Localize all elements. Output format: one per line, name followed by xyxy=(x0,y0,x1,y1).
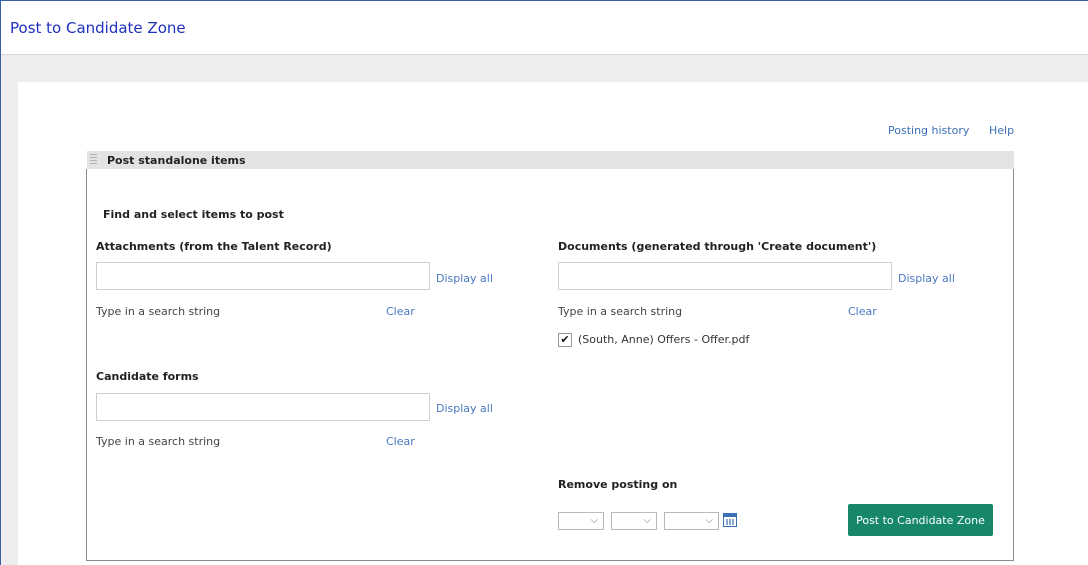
attachments-clear-link[interactable]: Clear xyxy=(386,305,415,318)
documents-display-all-link[interactable]: Display all xyxy=(898,272,955,285)
attachments-hint: Type in a search string xyxy=(96,305,221,318)
documents-hint: Type in a search string xyxy=(558,305,683,318)
section-header[interactable]: Post standalone items xyxy=(87,151,1014,169)
documents-label: Documents (generated through 'Create doc… xyxy=(558,240,877,253)
section-title: Post standalone items xyxy=(107,154,246,167)
title-bar: Post to Candidate Zone xyxy=(1,1,1088,55)
candidate-forms-label: Candidate forms xyxy=(96,370,199,383)
candidate-forms-display-all-link[interactable]: Display all xyxy=(436,402,493,415)
attachments-display-all-link[interactable]: Display all xyxy=(436,272,493,285)
posting-history-link[interactable]: Posting history xyxy=(888,124,969,137)
candidate-forms-hint: Type in a search string xyxy=(96,435,221,448)
chevron-down-icon: ⌵ xyxy=(590,515,598,526)
page-title: Post to Candidate Zone xyxy=(10,19,186,37)
attachments-label: Attachments (from the Talent Record) xyxy=(96,240,332,253)
section-body xyxy=(86,169,1014,561)
document-item-checkbox[interactable]: ✔ xyxy=(558,333,572,347)
candidate-forms-search-input[interactable] xyxy=(96,393,430,421)
documents-clear-link[interactable]: Clear xyxy=(848,305,877,318)
remove-posting-day-select[interactable]: ⌵ xyxy=(611,512,657,530)
documents-search-input[interactable] xyxy=(558,262,892,290)
chevron-down-icon: ⌵ xyxy=(643,515,651,526)
post-to-candidate-zone-button[interactable]: Post to Candidate Zone xyxy=(848,504,993,536)
document-item-label: (South, Anne) Offers - Offer.pdf xyxy=(578,333,750,346)
remove-posting-month-select[interactable]: ⌵ xyxy=(558,512,604,530)
candidate-forms-clear-link[interactable]: Clear xyxy=(386,435,415,448)
calendar-icon[interactable] xyxy=(723,513,737,527)
help-link[interactable]: Help xyxy=(989,124,1014,137)
remove-posting-year-select[interactable]: ⌵ xyxy=(664,512,719,530)
remove-posting-label: Remove posting on xyxy=(558,478,678,491)
attachments-search-input[interactable] xyxy=(96,262,430,290)
chevron-down-icon: ⌵ xyxy=(705,515,713,526)
collapse-grip-icon xyxy=(90,154,97,166)
find-items-heading: Find and select items to post xyxy=(103,208,284,221)
